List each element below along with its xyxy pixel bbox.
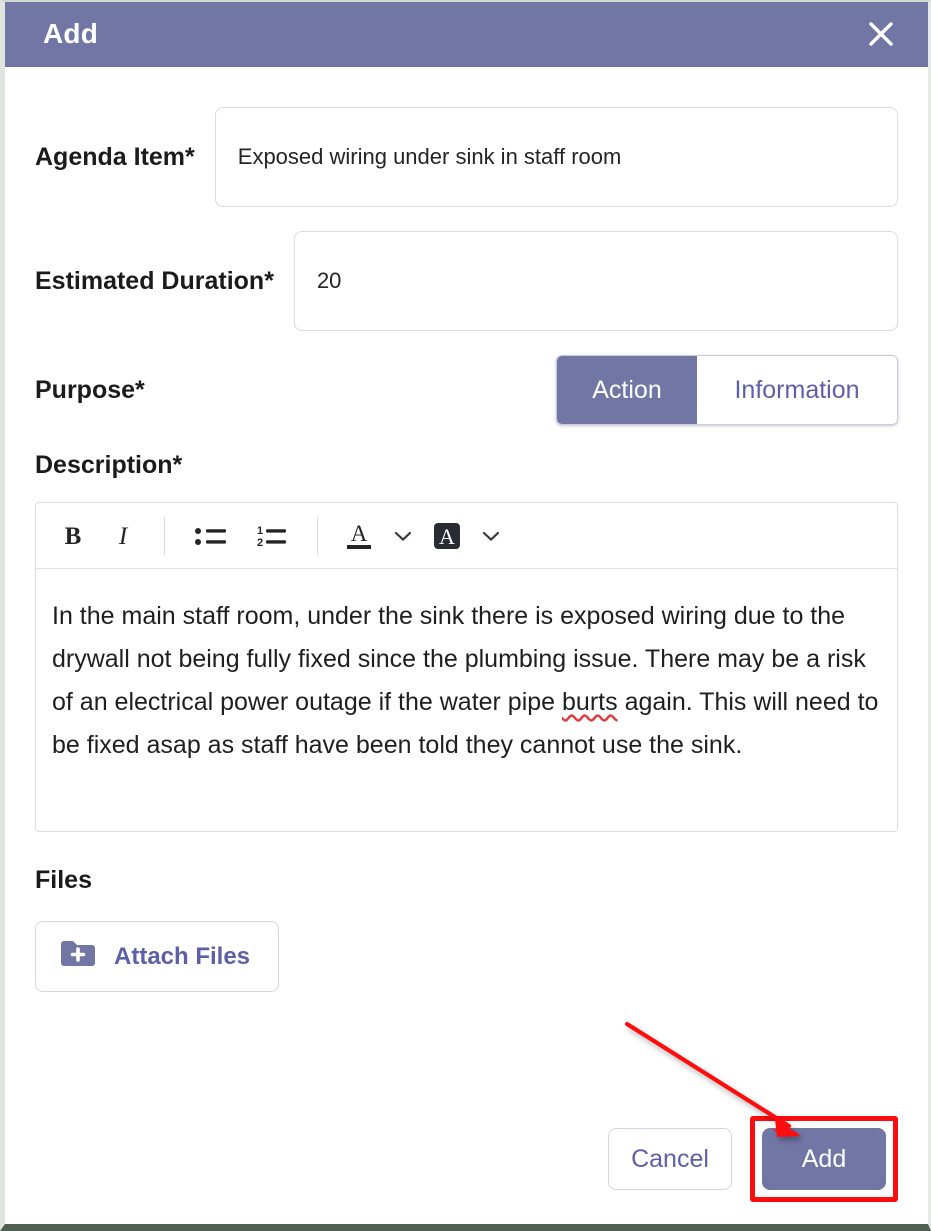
toolbar-divider [317, 516, 318, 555]
agenda-item-input[interactable]: Exposed wiring under sink in staff room [214, 107, 898, 207]
dialog-footer: Cancel Add [608, 1116, 898, 1202]
purpose-row: Purpose* Action Information [35, 355, 898, 425]
svg-text:1: 1 [257, 525, 263, 537]
svg-text:2: 2 [257, 537, 263, 549]
estimated-duration-input[interactable]: 20 [293, 231, 898, 331]
add-agenda-item-dialog: Add Agenda Item* Exposed wiring under si… [5, 2, 928, 1224]
highlight-color-chevron-down-icon[interactable] [474, 513, 508, 559]
dialog-titlebar: Add [5, 2, 928, 67]
svg-text:B: B [65, 523, 82, 550]
agenda-item-label: Agenda Item* [35, 142, 195, 171]
estimated-duration-label: Estimated Duration* [35, 266, 274, 295]
bulleted-list-icon[interactable] [183, 513, 239, 559]
bold-icon[interactable]: B [50, 513, 96, 559]
font-color-icon[interactable]: A [336, 513, 382, 559]
cancel-button[interactable]: Cancel [608, 1128, 732, 1190]
toolbar-divider [164, 516, 165, 555]
svg-text:A: A [351, 521, 368, 546]
screenshot-frame: Add Agenda Item* Exposed wiring under si… [0, 0, 931, 1231]
highlight-color-icon[interactable]: A [424, 513, 470, 559]
dialog-title: Add [43, 18, 99, 49]
attach-files-button[interactable]: Attach Files [35, 921, 280, 992]
editor-toolbar: B I 1 2 A A [36, 503, 897, 569]
folder-plus-icon [58, 938, 98, 975]
purpose-label: Purpose* [35, 375, 145, 404]
attach-files-label: Attach Files [114, 942, 251, 970]
font-color-chevron-down-icon[interactable] [386, 513, 420, 559]
agenda-item-row: Agenda Item* Exposed wiring under sink i… [35, 107, 898, 207]
purpose-option-action[interactable]: Action [557, 356, 697, 424]
description-editor: B I 1 2 A A In the main staff room, unde… [35, 502, 898, 832]
description-textarea[interactable]: In the main staff room, under the sink t… [36, 569, 897, 831]
numbered-list-icon[interactable]: 1 2 [243, 513, 299, 559]
svg-text:I: I [118, 523, 129, 550]
description-misspelled-word: burts [562, 688, 618, 716]
purpose-option-information[interactable]: Information [697, 356, 897, 424]
add-button-highlight-annotation: Add [750, 1116, 898, 1202]
files-label: Files [35, 866, 92, 894]
estimated-duration-row: Estimated Duration* 20 [35, 231, 898, 331]
description-label: Description* [35, 451, 183, 479]
purpose-toggle-group: Action Information [556, 355, 898, 425]
italic-icon[interactable]: I [100, 513, 146, 559]
close-icon[interactable] [858, 11, 904, 57]
svg-text:A: A [439, 524, 455, 549]
dialog-body: Agenda Item* Exposed wiring under sink i… [5, 67, 928, 1224]
add-button[interactable]: Add [762, 1128, 886, 1190]
